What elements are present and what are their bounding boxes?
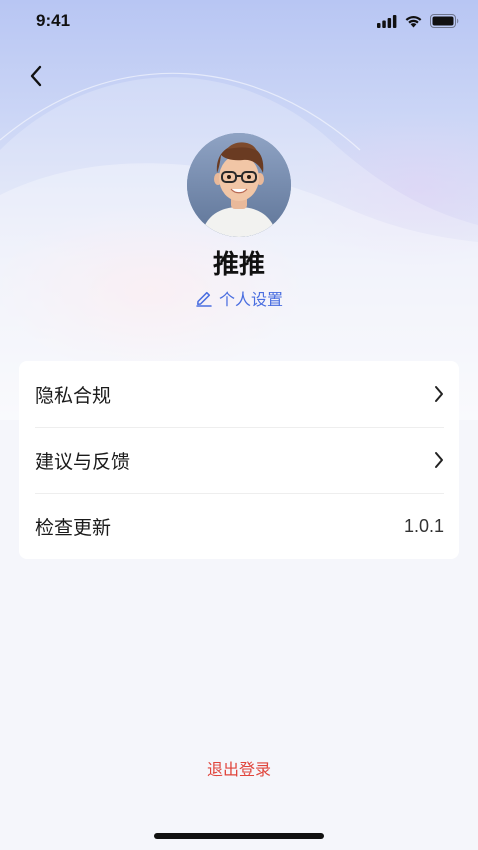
menu-item-label: 隐私合规 — [35, 384, 112, 407]
personal-settings-link[interactable]: 个人设置 — [0, 286, 478, 310]
app-version-value: 1.0.1 — [403, 515, 444, 536]
settings-menu: 隐私合规 建议与反馈 检查更新 1.0.1 — [19, 361, 459, 559]
menu-item-check-update[interactable]: 检查更新 1.0.1 — [19, 493, 459, 559]
chevron-right-icon — [434, 451, 444, 469]
logout-button[interactable]: 退出登录 — [0, 756, 478, 780]
menu-item-feedback[interactable]: 建议与反馈 — [19, 427, 459, 493]
wifi-icon — [404, 13, 423, 32]
battery-icon — [430, 13, 460, 32]
user-nickname: 推推 — [212, 250, 265, 280]
menu-item-label: 建议与反馈 — [35, 450, 131, 473]
menu-item-label: 检查更新 — [35, 516, 112, 539]
pencil-edit-icon — [195, 289, 213, 307]
home-indicator — [154, 833, 324, 839]
status-bar: 9:41 — [0, 0, 478, 44]
chevron-left-icon — [29, 65, 43, 91]
menu-item-privacy-compliance[interactable]: 隐私合规 — [19, 361, 459, 427]
status-time: 9:41 — [36, 11, 71, 30]
status-icons — [377, 13, 460, 32]
back-button[interactable] — [20, 62, 52, 94]
personal-settings-label: 个人设置 — [218, 290, 283, 309]
chevron-right-icon — [434, 385, 444, 403]
cellular-signal-icon — [377, 13, 397, 32]
avatar[interactable] — [187, 133, 291, 237]
